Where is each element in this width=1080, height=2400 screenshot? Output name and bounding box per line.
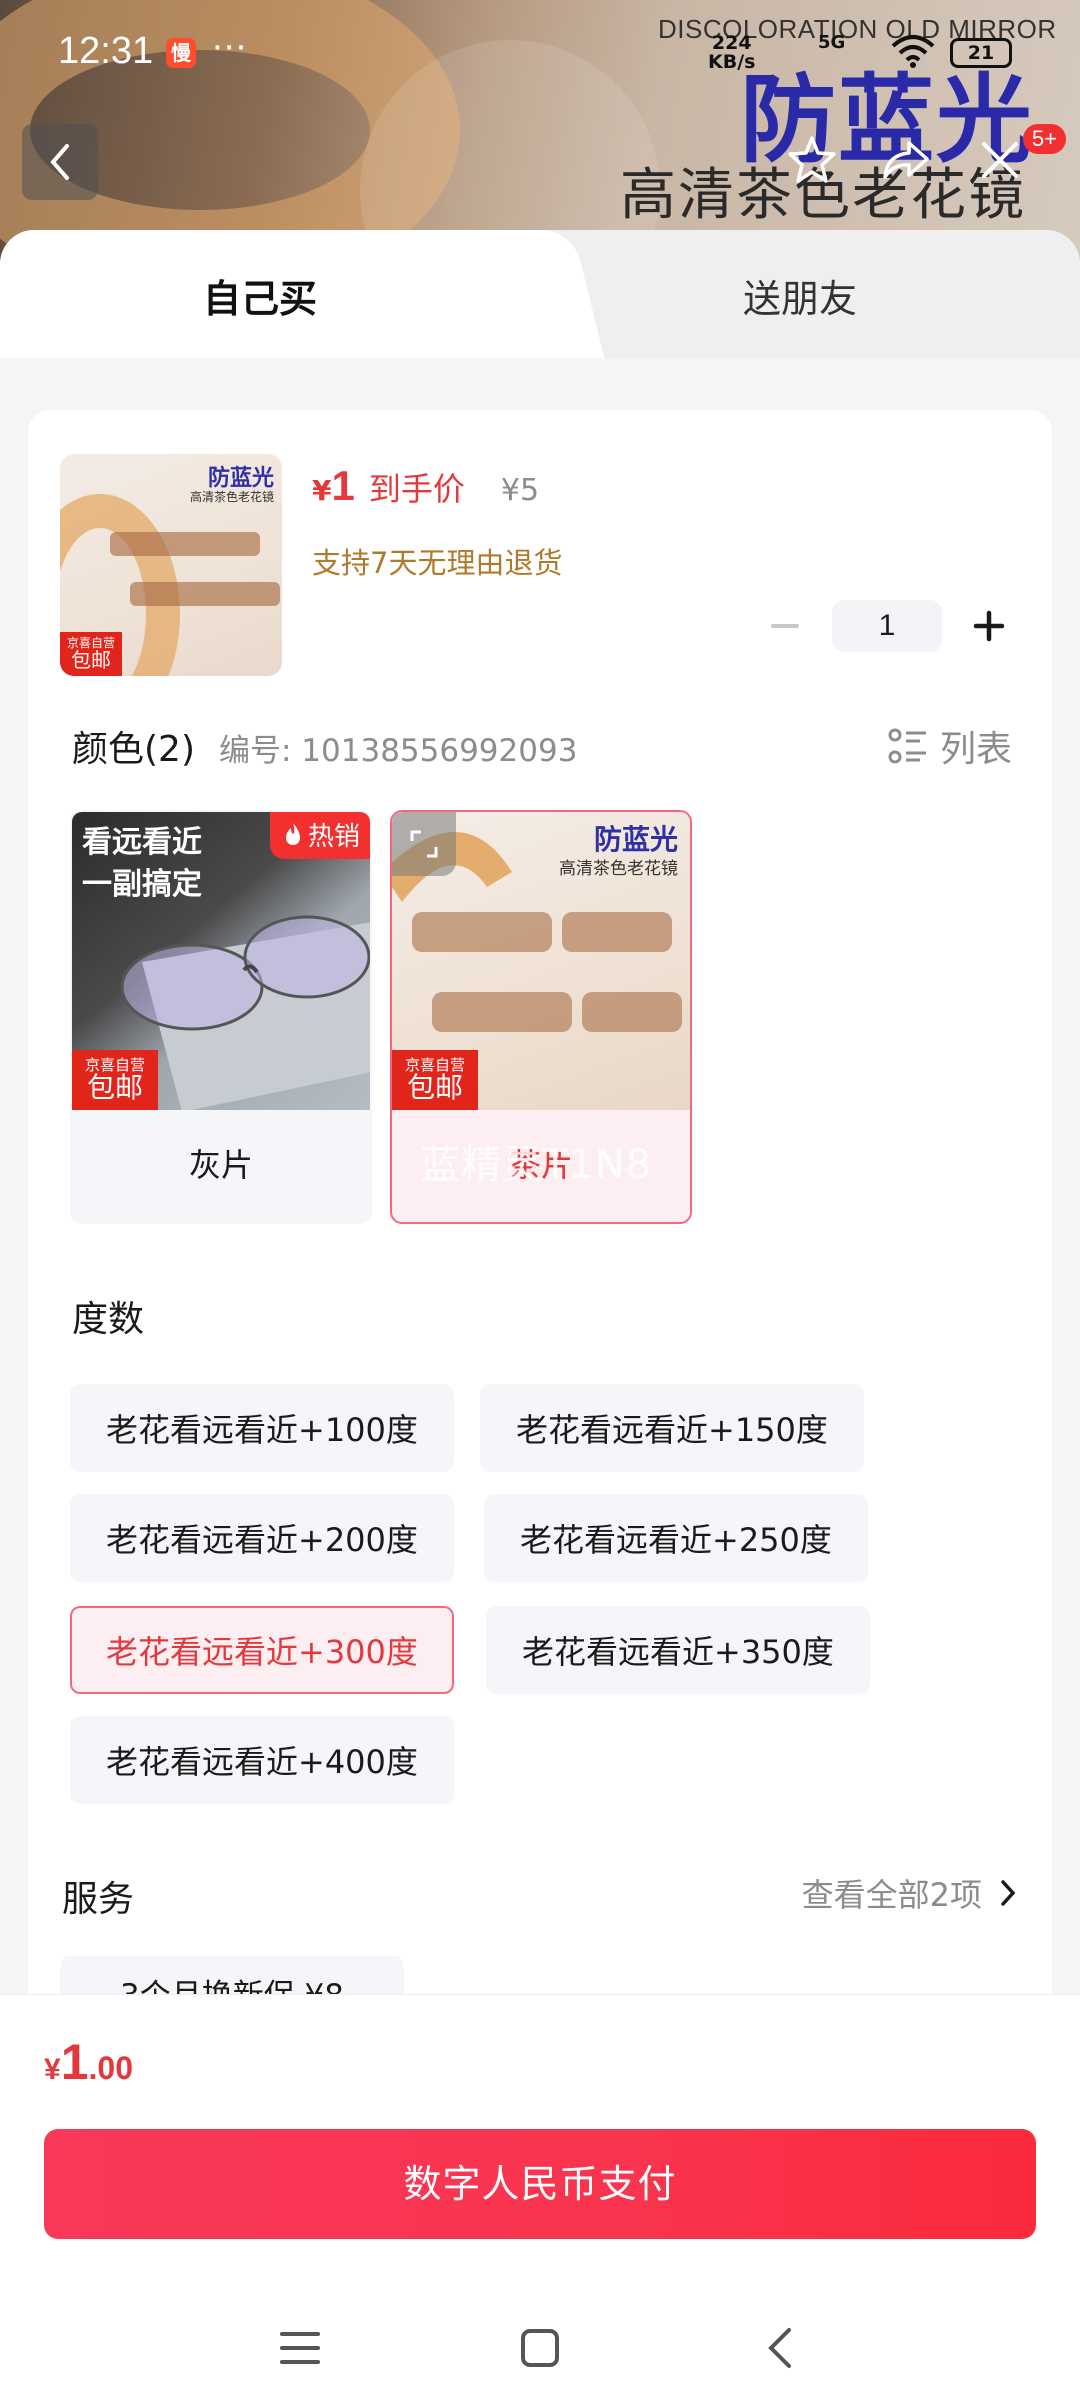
jd-tag-bottom: 包邮 xyxy=(71,648,111,672)
original-price: ¥5 xyxy=(500,473,540,508)
purchase-sheet: 自己买 送朋友 防蓝光 高清茶色老花镜 京喜自营 包邮 ¥ 1 到手价 ¥5 支… xyxy=(0,230,1080,1996)
degree-option[interactable]: 老花看远看近+150度 xyxy=(480,1384,864,1472)
speed-unit: KB/s xyxy=(708,51,756,73)
price-value: 1 xyxy=(331,462,355,509)
share-button[interactable] xyxy=(876,130,936,190)
list-icon xyxy=(888,728,926,764)
tab-self-buy-label[interactable]: 自己买 xyxy=(0,268,520,323)
glasses-image xyxy=(110,532,260,556)
menu-icon xyxy=(280,2332,320,2364)
close-icon xyxy=(982,142,1018,178)
watermark: 蓝精灵T1N8 xyxy=(420,1142,653,1188)
service-option[interactable]: 3个月换新保 ¥8 xyxy=(60,1956,404,1996)
hot-sale-badge: 热销 xyxy=(269,812,370,859)
view-all-services-label: 查看全部2项 xyxy=(801,1876,982,1914)
product-backdrop: DISCOLORATION OLD MIRROR 防蓝光 高清茶色老花镜 12:… xyxy=(0,0,1080,260)
degree-option[interactable]: 老花看远看近+100度 xyxy=(70,1384,454,1472)
more-notifications-icon: ··· xyxy=(212,28,248,68)
service-title: 服务 xyxy=(62,1879,135,1920)
quantity-value[interactable]: 1 xyxy=(832,600,942,652)
degree-option-selected[interactable]: 老花看远看近+300度 xyxy=(70,1606,454,1694)
decrease-quantity-button[interactable] xyxy=(760,601,810,651)
jd-self-operated-tag: 京喜自营 包邮 xyxy=(60,632,122,676)
app-notification-icon: 慢 xyxy=(166,38,196,68)
home-square-icon xyxy=(521,2329,559,2367)
home-nav-button[interactable] xyxy=(510,2318,570,2378)
list-view-label: 列表 xyxy=(939,729,1012,770)
degree-option[interactable]: 老花看远看近+250度 xyxy=(484,1494,868,1582)
glasses-image xyxy=(130,582,280,606)
jd-tag-bottom: 包邮 xyxy=(86,1071,143,1104)
variant-image: 看远看近 一副搞定 热销 京喜自营 包邮 xyxy=(72,812,370,1110)
variant-image-title: 防蓝光 xyxy=(593,823,678,856)
hot-sale-label: 热销 xyxy=(307,822,360,852)
purchase-tabs: 自己买 送朋友 xyxy=(0,230,1080,370)
quantity-stepper: 1 xyxy=(760,600,1014,652)
total-symbol: ¥ xyxy=(44,2053,61,2086)
digital-rmb-pay-button[interactable]: 数字人民币支付 xyxy=(44,2129,1036,2239)
close-button[interactable] xyxy=(970,130,1030,190)
wifi-icon xyxy=(890,34,936,72)
plus-icon xyxy=(973,610,1005,642)
chevron-right-icon xyxy=(1001,1880,1016,1906)
variant-image: 防蓝光 高清茶色老花镜 京喜自营 包邮 xyxy=(392,812,690,1110)
return-policy-note: 支持7天无理由退货 xyxy=(312,546,563,580)
color-option-gray[interactable]: 看远看近 一副搞定 热销 京喜自营 包邮 灰片 xyxy=(70,810,372,1224)
menu-nav-button[interactable] xyxy=(270,2318,330,2378)
tab-gift-label[interactable]: 送朋友 xyxy=(520,268,1080,323)
system-navigation-bar xyxy=(0,2295,1080,2400)
status-time: 12:31 xyxy=(58,30,154,72)
favorite-button[interactable] xyxy=(782,130,842,190)
color-header: 颜色(2) 编号: 10138556992093 xyxy=(72,720,577,772)
variant-caption: 看远看近 一副搞定 xyxy=(82,822,202,906)
flame-icon xyxy=(285,822,300,845)
total-decimal: .00 xyxy=(88,2050,133,2086)
price-symbol: ¥ xyxy=(312,474,332,507)
battery-indicator: 21 xyxy=(950,38,1012,68)
sku-card: 防蓝光 高清茶色老花镜 京喜自营 包邮 ¥ 1 到手价 ¥5 支持7天无理由退货 xyxy=(28,410,1052,1996)
chevron-left-icon xyxy=(50,144,69,180)
sheet-body: 防蓝光 高清茶色老花镜 京喜自营 包邮 ¥ 1 到手价 ¥5 支持7天无理由退货 xyxy=(0,358,1080,1996)
expand-image-button[interactable] xyxy=(392,812,456,876)
price-line: ¥ 1 到手价 ¥5 xyxy=(312,462,539,510)
product-thumbnail[interactable]: 防蓝光 高清茶色老花镜 京喜自营 包邮 xyxy=(60,454,282,676)
variant-name: 灰片 xyxy=(188,1146,253,1184)
total-integer: 1 xyxy=(60,2034,89,2090)
jd-self-operated-tag: 京喜自营 包邮 xyxy=(72,1050,158,1110)
degree-option[interactable]: 老花看远看近+200度 xyxy=(70,1494,454,1582)
back-arrow-icon xyxy=(768,2328,791,2368)
jd-tag-bottom: 包邮 xyxy=(406,1071,463,1104)
back-nav-button[interactable] xyxy=(750,2318,810,2378)
back-button[interactable] xyxy=(22,124,98,200)
color-title: 颜色(2) xyxy=(72,729,195,770)
network-speed: 224 KB/s xyxy=(708,34,755,72)
list-view-toggle[interactable]: 列表 xyxy=(888,720,1012,772)
caption-line: 看远看近 xyxy=(82,825,202,860)
checkout-bar: ¥ 1 .00 数字人民币支付 xyxy=(0,1994,1080,2400)
star-icon xyxy=(788,136,836,183)
increase-quantity-button[interactable] xyxy=(964,601,1014,651)
minus-icon xyxy=(771,624,799,628)
degree-title: 度数 xyxy=(72,1299,145,1340)
expand-icon xyxy=(410,830,438,858)
total-price: ¥ 1 .00 xyxy=(44,2033,133,2091)
degree-option[interactable]: 老花看远看近+350度 xyxy=(486,1606,870,1694)
view-all-services-link[interactable]: 查看全部2项 xyxy=(802,1870,1016,1916)
thumb-subtitle: 高清茶色老花镜 xyxy=(189,490,274,504)
share-icon xyxy=(883,141,929,179)
jd-self-operated-tag: 京喜自营 包邮 xyxy=(392,1050,478,1110)
variant-image-subtitle: 高清茶色老花镜 xyxy=(559,859,678,879)
caption-line: 一副搞定 xyxy=(82,867,202,902)
network-type: 5G xyxy=(818,32,846,53)
top-actions xyxy=(782,130,1030,190)
cart-count-badge: 5+ xyxy=(1022,124,1066,154)
sku-number: 编号: 10138556992093 xyxy=(219,733,578,769)
degree-option[interactable]: 老花看远看近+400度 xyxy=(70,1716,454,1804)
price-label: 到手价 xyxy=(368,470,465,508)
